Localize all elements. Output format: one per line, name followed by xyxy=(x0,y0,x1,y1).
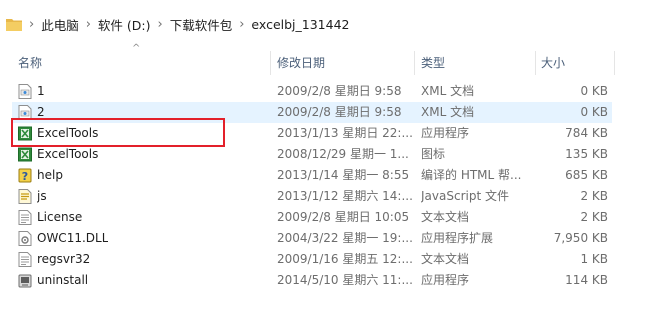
highlight-box xyxy=(11,118,225,147)
file-row[interactable]: License 2009/2/8 星期日 10:05 文本文档 2 KB xyxy=(12,207,612,228)
file-type: JavaScript 文件 xyxy=(421,189,509,203)
help-file-icon: ? xyxy=(18,168,32,183)
file-modified-date: 2009/1/16 星期五 12:... xyxy=(277,252,413,266)
text-file-icon xyxy=(18,252,32,267)
file-modified-date: 2013/1/12 星期六 14:... xyxy=(277,189,413,203)
dll-file-icon xyxy=(18,231,32,246)
file-modified-date: 2004/3/22 星期一 19:... xyxy=(277,231,413,245)
file-size: 1 KB xyxy=(580,252,608,266)
address-bar[interactable]: › 此电脑 › 软件 (D:) › 下载软件包 › excelbj_131442 xyxy=(0,8,656,40)
column-header-size[interactable]: 大小 xyxy=(541,51,565,75)
file-type: 应用程序 xyxy=(421,126,470,140)
file-row[interactable]: 1 2009/2/8 星期日 9:58 XML 文档 0 KB xyxy=(12,81,612,102)
file-name: License xyxy=(37,210,83,224)
script-file-icon xyxy=(18,189,32,204)
column-header-row: 名称 修改日期 类型 大小 xyxy=(0,51,656,75)
breadcrumb-separator-icon: › xyxy=(29,16,35,32)
file-row[interactable]: js 2013/1/12 星期六 14:... JavaScript 文件 2 KB xyxy=(12,186,612,207)
column-header-type[interactable]: 类型 xyxy=(421,51,445,75)
column-header-name[interactable]: 名称 xyxy=(18,51,42,75)
uninstall-app-icon xyxy=(18,273,32,288)
file-size: 0 KB xyxy=(580,84,608,98)
file-type: 应用程序 xyxy=(421,273,470,287)
file-size: 784 KB xyxy=(565,126,608,140)
file-row[interactable]: ? help 2013/1/14 星期一 8:55 编译的 HTML 帮... 685 … xyxy=(12,165,612,186)
file-name: OWC11.DLL xyxy=(37,231,109,245)
file-row[interactable]: OWC11.DLL 2004/3/22 星期一 19:... 应用程序扩展 7,950… xyxy=(12,228,612,249)
column-divider[interactable] xyxy=(535,51,536,75)
breadcrumb-drive-d[interactable]: 软件 (D:) xyxy=(98,15,151,34)
file-size: 685 KB xyxy=(565,168,608,182)
column-header-date[interactable]: 修改日期 xyxy=(277,51,325,75)
file-type: 文本文档 xyxy=(421,210,470,224)
breadcrumb-download-folder[interactable]: 下载软件包 xyxy=(170,15,233,34)
file-type: XML 文档 xyxy=(421,105,475,119)
file-size: 135 KB xyxy=(565,147,608,161)
file-type: 应用程序扩展 xyxy=(421,231,494,245)
file-type: 文本文档 xyxy=(421,252,470,266)
file-size: 114 KB xyxy=(565,273,608,287)
file-row[interactable]: regsvr32 2009/1/16 星期五 12:... 文本文档 1 KB xyxy=(12,249,612,270)
column-divider[interactable] xyxy=(614,51,615,75)
breadcrumb-separator-icon: › xyxy=(85,16,91,32)
file-modified-date: 2014/5/10 星期六 11:... xyxy=(277,273,413,287)
file-name: ExcelTools xyxy=(37,147,99,161)
breadcrumb-separator-icon: › xyxy=(157,16,163,32)
file-type: 图标 xyxy=(421,147,446,161)
xml-file-icon xyxy=(18,84,32,99)
excel-app-icon xyxy=(18,147,32,162)
file-name: help xyxy=(37,168,63,182)
breadcrumb-this-pc[interactable]: 此电脑 xyxy=(41,15,79,34)
file-type: XML 文档 xyxy=(421,84,475,98)
file-type: 编译的 HTML 帮... xyxy=(421,168,522,182)
file-size: 0 KB xyxy=(580,105,608,119)
file-name: uninstall xyxy=(37,273,89,287)
file-row[interactable]: ExcelTools 2008/12/29 星期一 1... 图标 135 KB xyxy=(12,144,612,165)
svg-text:?: ? xyxy=(22,170,28,183)
text-file-icon xyxy=(18,210,32,225)
file-modified-date: 2013/1/13 星期日 22:... xyxy=(277,126,413,140)
file-size: 7,950 KB xyxy=(553,231,608,245)
breadcrumb-separator-icon: › xyxy=(239,16,245,32)
column-divider[interactable] xyxy=(414,51,415,75)
file-size: 2 KB xyxy=(580,189,608,203)
file-modified-date: 2013/1/14 星期一 8:55 xyxy=(277,168,410,182)
file-size: 2 KB xyxy=(580,210,608,224)
file-row[interactable]: uninstall 2014/5/10 星期六 11:... 应用程序 114 KB xyxy=(12,270,612,291)
file-modified-date: 2009/2/8 星期日 9:58 xyxy=(277,105,402,119)
file-name: regsvr32 xyxy=(37,252,91,266)
file-modified-date: 2008/12/29 星期一 1... xyxy=(277,147,409,161)
folder-icon xyxy=(6,18,22,31)
file-name: 1 xyxy=(37,84,45,98)
breadcrumb-current-folder[interactable]: excelbj_131442 xyxy=(251,17,349,32)
file-modified-date: 2009/2/8 星期日 9:58 xyxy=(277,84,402,98)
column-divider[interactable] xyxy=(270,51,271,75)
file-modified-date: 2009/2/8 星期日 10:05 xyxy=(277,210,410,224)
file-name: js xyxy=(37,189,47,203)
